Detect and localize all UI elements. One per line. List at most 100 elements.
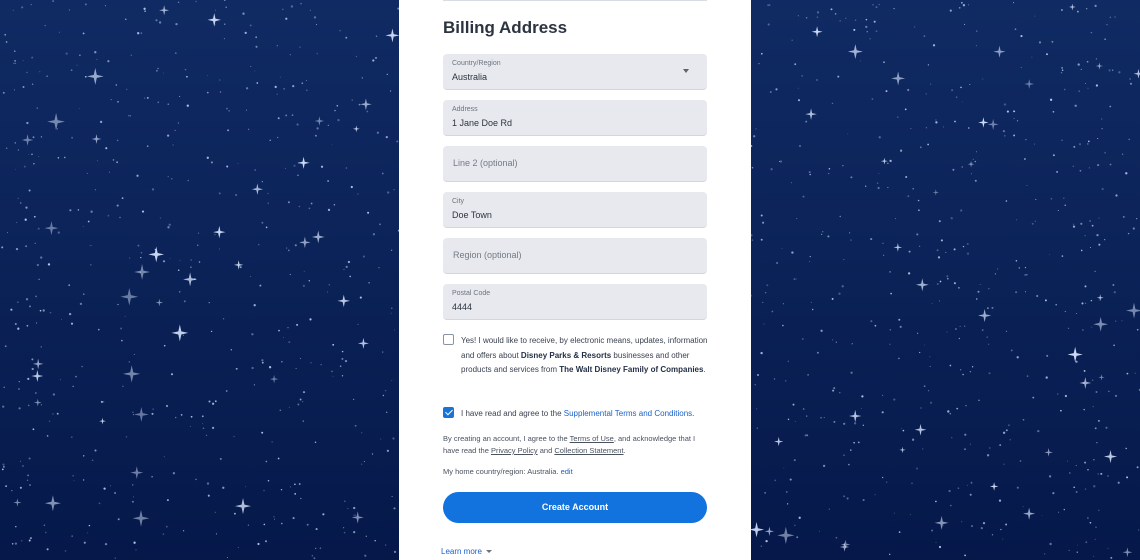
- star-dot: [29, 537, 32, 540]
- star-dot: [945, 251, 947, 253]
- star-dot: [1080, 68, 1082, 70]
- star-dot: [994, 273, 996, 275]
- region-field[interactable]: Region (optional): [443, 238, 707, 274]
- star-dot: [898, 318, 901, 321]
- privacy-policy-link[interactable]: Privacy Policy: [491, 446, 538, 455]
- star-dot: [939, 300, 940, 302]
- star-dot: [969, 84, 971, 85]
- edit-country-link[interactable]: edit: [561, 467, 573, 476]
- sparkle-icon: [805, 108, 817, 120]
- star-dot: [899, 325, 902, 329]
- star-dot: [1073, 145, 1076, 148]
- sparkle-icon: [351, 511, 364, 524]
- star-dot: [332, 343, 335, 346]
- create-account-button[interactable]: Create Account: [443, 492, 707, 523]
- star-dot: [962, 373, 964, 376]
- star-dot: [4, 34, 6, 36]
- star-dot: [899, 149, 903, 152]
- star-dot: [276, 93, 278, 95]
- terms-agree-checkbox[interactable]: [443, 407, 454, 418]
- star-dot: [964, 554, 966, 557]
- star-dot: [237, 546, 239, 548]
- star-dot: [57, 157, 60, 159]
- star-dot: [327, 124, 329, 127]
- star-dot: [832, 339, 834, 341]
- country-select[interactable]: Country/Region Australia: [443, 54, 707, 90]
- sparkle-icon: [1024, 79, 1035, 89]
- star-dot: [1013, 134, 1016, 137]
- home-country-line: My home country/region: Australia. edit: [443, 467, 573, 476]
- star-dot: [82, 455, 85, 457]
- marketing-opt-in-checkbox[interactable]: [443, 334, 454, 345]
- sparkle-icon: [1126, 302, 1140, 319]
- star-dot: [263, 523, 266, 526]
- star-dot: [226, 165, 229, 168]
- supplemental-terms-link[interactable]: Supplemental Terms and Conditions: [564, 409, 692, 418]
- star-dot: [97, 328, 100, 331]
- star-dot: [141, 210, 145, 213]
- star-dot: [44, 25, 46, 27]
- star-dot: [19, 460, 22, 462]
- address-line2-field[interactable]: Line 2 (optional): [443, 146, 707, 182]
- collection-statement-link[interactable]: Collection Statement: [554, 446, 623, 455]
- star-dot: [1060, 9, 1063, 11]
- star-dot: [797, 99, 801, 102]
- star-dot: [1096, 442, 1098, 444]
- star-dot: [972, 158, 974, 160]
- star-dot: [1037, 429, 1040, 433]
- star-dot: [957, 487, 960, 490]
- star-dot: [253, 384, 255, 386]
- star-dot: [29, 484, 31, 486]
- star-dot: [897, 116, 899, 118]
- star-dot: [850, 239, 852, 241]
- star-dot: [26, 324, 29, 327]
- star-dot: [341, 350, 344, 353]
- terms-of-use-link[interactable]: Terms of Use: [570, 434, 614, 443]
- star-dot: [809, 173, 811, 176]
- star-dot: [1019, 460, 1022, 462]
- star-dot: [918, 209, 920, 212]
- star-dot: [967, 127, 970, 129]
- star-dot: [782, 303, 784, 305]
- star-dot: [918, 245, 921, 247]
- postal-code-value: 4444: [452, 302, 473, 312]
- learn-more-label: Learn more: [441, 547, 482, 556]
- star-dot: [797, 15, 799, 17]
- star-dot: [1098, 243, 1101, 246]
- star-dot: [167, 175, 169, 178]
- star-dot: [991, 306, 994, 309]
- star-dot: [1016, 486, 1019, 489]
- star-dot: [912, 187, 914, 190]
- star-dot: [925, 127, 928, 129]
- star-dot: [299, 357, 302, 360]
- star-dot: [962, 245, 965, 248]
- star-dot: [245, 486, 247, 488]
- star-dot: [1089, 246, 1092, 249]
- learn-more-toggle[interactable]: Learn more: [441, 547, 492, 556]
- terms-agree-text: I have read and agree to the Supplementa…: [461, 407, 711, 422]
- star-dot: [352, 398, 355, 401]
- star-dot: [359, 296, 362, 299]
- divider: [443, 0, 707, 1]
- star-dot: [1064, 204, 1066, 206]
- star-dot: [927, 64, 930, 66]
- star-dot: [3, 466, 5, 468]
- address-field[interactable]: Address 1 Jane Doe Rd: [443, 100, 707, 136]
- star-dot: [99, 120, 103, 124]
- star-dot: [64, 550, 67, 552]
- star-dot: [949, 9, 952, 12]
- star-dot: [172, 472, 176, 475]
- star-dot: [206, 156, 209, 159]
- star-dot: [244, 31, 247, 35]
- star-dot: [1024, 273, 1027, 276]
- address-label: Address: [452, 106, 478, 113]
- star-dot: [964, 325, 966, 327]
- star-dot: [211, 402, 215, 405]
- city-field[interactable]: City Doe Town: [443, 192, 707, 228]
- star-dot: [170, 177, 173, 180]
- star-dot: [31, 367, 34, 371]
- star-dot: [172, 144, 174, 146]
- star-dot: [341, 375, 344, 377]
- postal-code-field[interactable]: Postal Code 4444: [443, 284, 707, 320]
- star-dot: [222, 486, 225, 489]
